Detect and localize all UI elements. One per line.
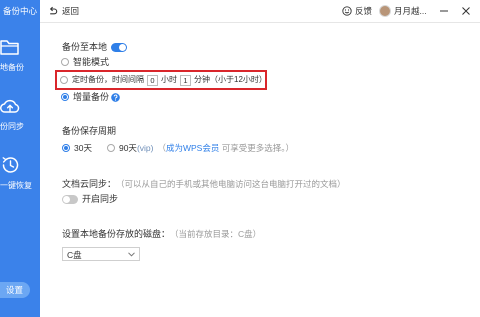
retention-title: 备份保存周期 xyxy=(62,125,116,137)
help-icon[interactable] xyxy=(111,92,120,102)
wps-member-link[interactable]: 成为WPS会员 xyxy=(166,144,219,153)
smart-mode-label: 智能模式 xyxy=(73,56,110,67)
incremental-backup-option[interactable]: 增量备份 xyxy=(61,91,120,103)
disk-row: 设置本地备份存放的磁盘： （当前存放目录：C盘） xyxy=(62,228,261,240)
minutes-input[interactable]: 1 xyxy=(180,74,191,86)
scheduled-backup-radio[interactable] xyxy=(60,76,68,84)
minutes-unit: 分钟 xyxy=(194,75,210,84)
hours-input[interactable]: 0 xyxy=(147,74,158,86)
user-menu[interactable]: 月月越... xyxy=(379,0,427,22)
sidebar-settings-button[interactable]: 设置 xyxy=(0,282,30,298)
sidebar-settings-label: 设置 xyxy=(6,285,24,295)
sidebar-item-one-click-restore[interactable]: 一键恢复 xyxy=(0,155,40,191)
back-arrow-icon xyxy=(49,6,58,15)
sidebar-title: 备份中心 xyxy=(3,6,38,16)
top-bar: 返回 反馈 月月越... xyxy=(40,0,480,23)
folder-icon xyxy=(0,40,19,55)
retention-options: 30天 90天 (vip) （ 成为WPS会员 可享受更多选择。） xyxy=(62,142,294,154)
minimize-icon xyxy=(440,10,448,12)
restore-clock-icon xyxy=(2,157,19,173)
smart-mode-radio[interactable] xyxy=(61,58,69,66)
vip-tag: (vip) xyxy=(136,142,154,153)
upsell-open: （ xyxy=(157,142,166,153)
retention-30-label: 30天 xyxy=(74,142,92,153)
sidebar-item-backup-sync[interactable]: 份同步 xyxy=(0,96,40,132)
disk-select[interactable]: C盘 xyxy=(62,247,140,261)
interval-note: （小于12小时） xyxy=(210,75,267,84)
retention-title-text: 备份保存周期 xyxy=(62,125,117,136)
sidebar-item-label: 份同步 xyxy=(0,122,24,131)
username: 月月越... xyxy=(394,5,427,16)
cloud-upload-icon xyxy=(0,99,20,113)
disk-select-value: C盘 xyxy=(67,250,82,260)
feedback-button[interactable]: 反馈 xyxy=(342,0,372,22)
sidebar-item-local-backup[interactable]: 地备份 xyxy=(0,37,40,73)
local-backup-toggle[interactable] xyxy=(111,42,128,52)
back-label: 返回 xyxy=(62,5,80,16)
cloud-sync-title: 文档云同步： xyxy=(62,178,117,189)
scheduled-backup-label: 定时备份，时间间隔 xyxy=(72,75,144,84)
disk-note: （当前存放目录：C盘） xyxy=(170,228,262,239)
scheduled-backup-option[interactable]: 定时备份，时间间隔 0 小时 1 分钟 （小于12小时） xyxy=(60,74,267,86)
smart-mode-option[interactable]: 智能模式 xyxy=(61,56,109,68)
hours-unit: 小时 xyxy=(161,75,177,84)
upsell-text: 可享受更多选择。） xyxy=(219,142,294,153)
local-backup-row: 备份至本地 xyxy=(62,41,128,53)
disk-title: 设置本地备份存放的磁盘： xyxy=(62,228,171,239)
close-button[interactable] xyxy=(461,0,471,22)
close-icon xyxy=(462,7,470,15)
retention-90-label: 90天 xyxy=(118,142,137,153)
incremental-backup-radio[interactable] xyxy=(61,93,69,101)
feedback-label: 反馈 xyxy=(355,5,373,16)
cloud-sync-toggle-row[interactable]: 开启同步 xyxy=(62,193,118,205)
cloud-sync-toggle-label: 开启同步 xyxy=(82,193,119,204)
avatar xyxy=(379,5,391,17)
cloud-sync-row: 文档云同步： （可以从自己的手机或其他电脑访问这台电脑打开过的文档） xyxy=(62,178,346,190)
local-backup-title: 备份至本地 xyxy=(62,41,108,52)
back-button[interactable]: 返回 xyxy=(48,0,79,22)
sidebar: 备份中心 地备份 份同步 一键恢复 设置 xyxy=(0,0,40,317)
cloud-sync-toggle[interactable] xyxy=(62,194,78,204)
chevron-down-icon xyxy=(128,252,135,257)
cloud-sync-note: （可以从自己的手机或其他电脑访问这台电脑打开过的文档） xyxy=(116,178,346,189)
minimize-button[interactable] xyxy=(439,0,449,22)
retention-90-radio[interactable] xyxy=(106,144,115,152)
retention-30-radio[interactable] xyxy=(62,144,70,152)
sidebar-item-label: 地备份 xyxy=(0,63,24,72)
incremental-backup-label: 增量备份 xyxy=(73,91,110,102)
smile-icon xyxy=(342,6,352,16)
sidebar-item-label: 一键恢复 xyxy=(0,181,32,190)
